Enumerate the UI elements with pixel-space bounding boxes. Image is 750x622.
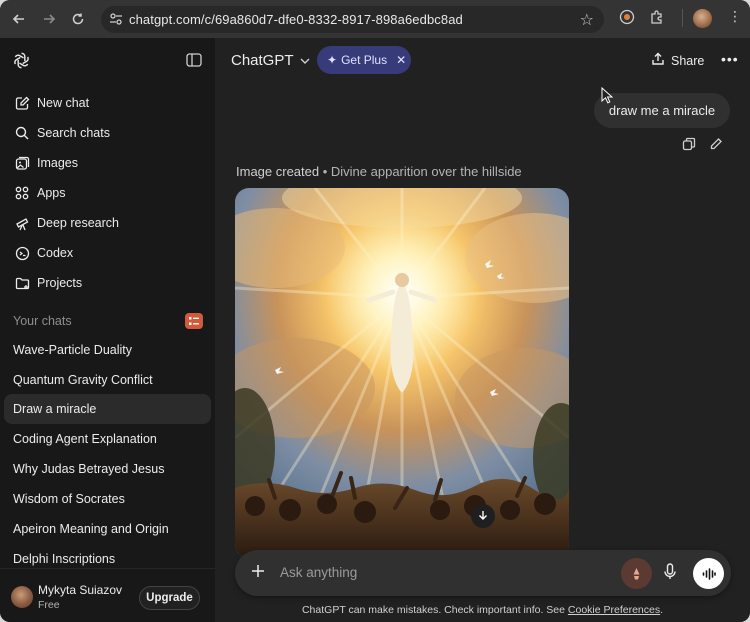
dictation-feature-icon[interactable] (621, 558, 652, 589)
sidebar-item-deep-research[interactable]: Deep research (4, 208, 211, 238)
chat-item-label: Draw a miracle (13, 402, 97, 416)
images-icon (14, 155, 30, 171)
chat-item-label: Why Judas Betrayed Jesus (13, 462, 165, 476)
telescope-icon (14, 215, 30, 231)
folder-icon (14, 275, 30, 291)
get-plus-label: Get Plus (341, 53, 388, 67)
your-chats-heading: Your chats (13, 314, 72, 328)
message-composer[interactable]: Ask anything (235, 550, 731, 596)
chat-item-label: Wisdom of Socrates (13, 492, 125, 506)
sidebar-item-label: New chat (37, 96, 90, 110)
sidebar-item-label: Images (37, 156, 78, 170)
disclaimer-suffix: . (660, 604, 664, 616)
plus-icon[interactable] (249, 562, 267, 585)
extension-icon[interactable] (619, 9, 635, 30)
sidebar-item-search-chats[interactable]: Search chats (4, 118, 211, 148)
sidebar-item-label: Search chats (37, 126, 110, 140)
chat-item-active[interactable]: Draw a miracle (4, 394, 211, 424)
chat-item-label: Delphi Inscriptions (13, 552, 116, 566)
more-options-icon[interactable]: ••• (721, 51, 739, 67)
chat-item[interactable]: Wisdom of Socrates (4, 484, 211, 514)
chat-item[interactable]: Apeiron Meaning and Origin (4, 514, 211, 544)
cookie-preferences-link[interactable]: Cookie Preferences (568, 604, 660, 616)
chat-item[interactable]: Coding Agent Explanation (4, 424, 211, 454)
share-label: Share (671, 53, 705, 68)
voice-mode-icon[interactable] (693, 558, 724, 589)
sidebar-item-apps[interactable]: Apps (4, 178, 211, 208)
chat-item-label: Quantum Gravity Conflict (13, 373, 153, 387)
chat-item-label: Apeiron Meaning and Origin (13, 522, 169, 536)
model-name: ChatGPT (231, 52, 294, 69)
share-button[interactable]: Share (651, 52, 704, 69)
sidebar-item-new-chat[interactable]: New chat (4, 88, 211, 118)
share-icon (651, 52, 665, 69)
close-icon[interactable]: ✕ (396, 53, 406, 67)
sidebar-item-codex[interactable]: Codex (4, 238, 211, 268)
browser-toolbar: chatgpt.com/c/69a860d7-dfe0-8332-8917-89… (0, 0, 750, 38)
user-plan: Free (38, 599, 60, 611)
sidebar-item-label: Deep research (37, 216, 119, 230)
generated-image[interactable] (235, 188, 569, 558)
url-text[interactable]: chatgpt.com/c/69a860d7-dfe0-8332-8917-89… (129, 12, 463, 27)
main-panel: ChatGPT ✦ Get Plus ✕ Share ••• draw me a… (215, 38, 750, 622)
toolbar-divider (682, 9, 683, 27)
sidebar-toggle-icon[interactable] (186, 53, 202, 72)
forward-icon[interactable] (38, 8, 60, 30)
sidebar: New chat Search chats Images Apps Deep r… (0, 38, 215, 622)
microphone-icon[interactable] (663, 563, 677, 586)
sidebar-item-label: Projects (37, 276, 83, 290)
chat-item-label: Wave-Particle Duality (13, 343, 133, 357)
sidebar-item-projects[interactable]: Projects (4, 268, 211, 298)
chat-item[interactable]: Quantum Gravity Conflict (4, 365, 211, 395)
chat-item-label: Coding Agent Explanation (13, 432, 157, 446)
get-plus-button[interactable]: ✦ Get Plus ✕ (317, 46, 411, 74)
sidebar-item-label: Apps (37, 186, 66, 200)
new-chat-icon (14, 95, 30, 111)
chat-item[interactable]: Wave-Particle Duality (4, 335, 211, 365)
ask-anything-input[interactable]: Ask anything (280, 565, 357, 580)
apps-icon (14, 185, 30, 201)
user-message: draw me a miracle (594, 93, 730, 128)
puzzle-extensions-icon[interactable] (649, 9, 665, 30)
image-caption: Image created • Divine apparition over t… (236, 164, 522, 179)
edit-icon[interactable] (709, 137, 723, 156)
sparkle-icon: ✦ (327, 53, 338, 67)
back-icon[interactable] (8, 8, 30, 30)
sidebar-item-label: Codex (37, 246, 74, 260)
avatar[interactable] (11, 586, 33, 608)
address-bar[interactable]: chatgpt.com/c/69a860d7-dfe0-8332-8917-89… (101, 6, 604, 33)
search-icon (14, 125, 30, 141)
browser-window: chatgpt.com/c/69a860d7-dfe0-8332-8917-89… (0, 0, 750, 622)
model-selector[interactable]: ChatGPT (231, 52, 310, 69)
copy-icon[interactable] (682, 137, 696, 156)
profile-avatar[interactable] (693, 9, 712, 28)
disclaimer-text: ChatGPT can make mistakes. Check importa… (301, 604, 568, 616)
download-icon[interactable] (471, 504, 495, 528)
chat-item[interactable]: Why Judas Betrayed Jesus (4, 454, 211, 484)
site-settings-icon[interactable] (109, 12, 123, 31)
mouse-cursor-icon (601, 86, 614, 109)
reload-icon[interactable] (67, 8, 89, 30)
browser-menu-icon[interactable]: ⋮ (728, 8, 742, 25)
account-footer[interactable]: Mykyta Suiazov Free Upgrade (0, 568, 215, 622)
codex-icon (14, 245, 30, 261)
image-created-label: Image created (236, 164, 320, 179)
bookmark-star-icon[interactable]: ☆ (580, 10, 594, 30)
openai-logo-icon[interactable] (12, 51, 31, 75)
chevron-down-icon (300, 52, 310, 69)
chat-filter-icon[interactable] (185, 313, 203, 329)
image-title: Divine apparition over the hillside (330, 164, 522, 179)
sidebar-item-images[interactable]: Images (4, 148, 211, 178)
disclaimer: ChatGPT can make mistakes. Check importa… (215, 604, 750, 616)
caption-separator: • (319, 164, 331, 179)
user-name: Mykyta Suiazov (38, 583, 123, 597)
upgrade-button[interactable]: Upgrade (139, 586, 200, 610)
